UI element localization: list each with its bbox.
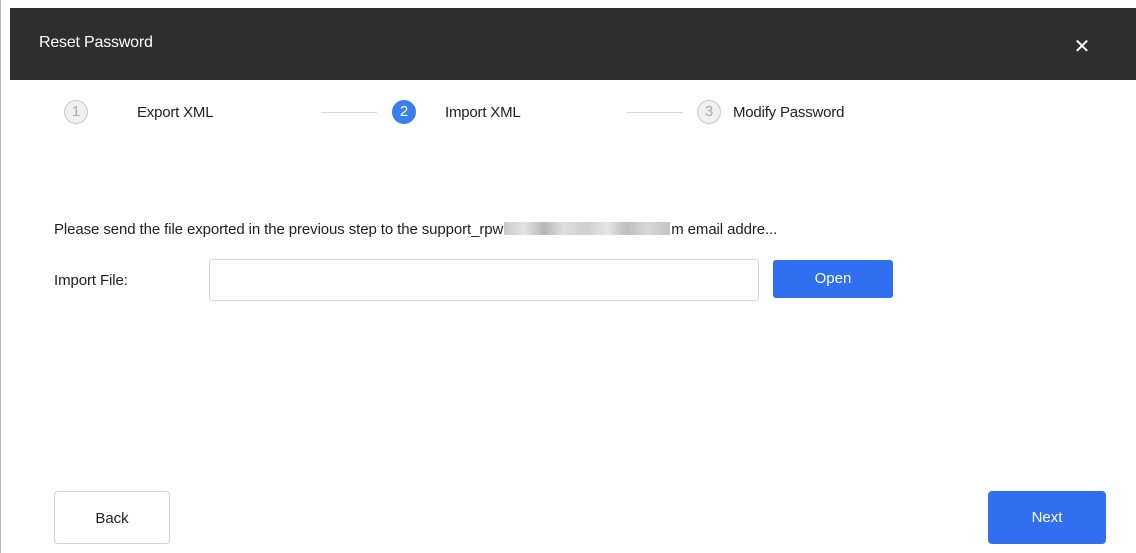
close-icon[interactable]: ✕ (1070, 35, 1094, 59)
step-3-circle: 3 (697, 100, 721, 124)
dialog-titlebar: Reset Password ✕ (10, 8, 1136, 80)
import-file-input[interactable] (209, 259, 759, 301)
step-3-label: Modify Password (733, 104, 845, 121)
instruction-message: Please send the file exported in the pre… (54, 221, 777, 238)
step-2-circle: 2 (392, 100, 416, 124)
message-prefix: Please send the file exported in the pre… (54, 221, 504, 238)
step-1-circle: 1 (64, 100, 88, 124)
message-suffix: m email addre... (671, 221, 778, 238)
step-connector-1 (321, 112, 377, 113)
step-connector-2 (627, 112, 683, 113)
redacted-email-block (504, 222, 671, 235)
back-button[interactable]: Back (54, 491, 170, 544)
open-button[interactable]: Open (773, 260, 893, 298)
import-file-label: Import File: (54, 272, 128, 289)
dialog-title: Reset Password (39, 34, 153, 51)
step-1-label: Export XML (137, 104, 214, 121)
step-2-label: Import XML (445, 104, 521, 121)
next-button[interactable]: Next (988, 491, 1106, 544)
reset-password-dialog: Reset Password ✕ 1 Export XML 2 Import X… (0, 0, 1136, 553)
